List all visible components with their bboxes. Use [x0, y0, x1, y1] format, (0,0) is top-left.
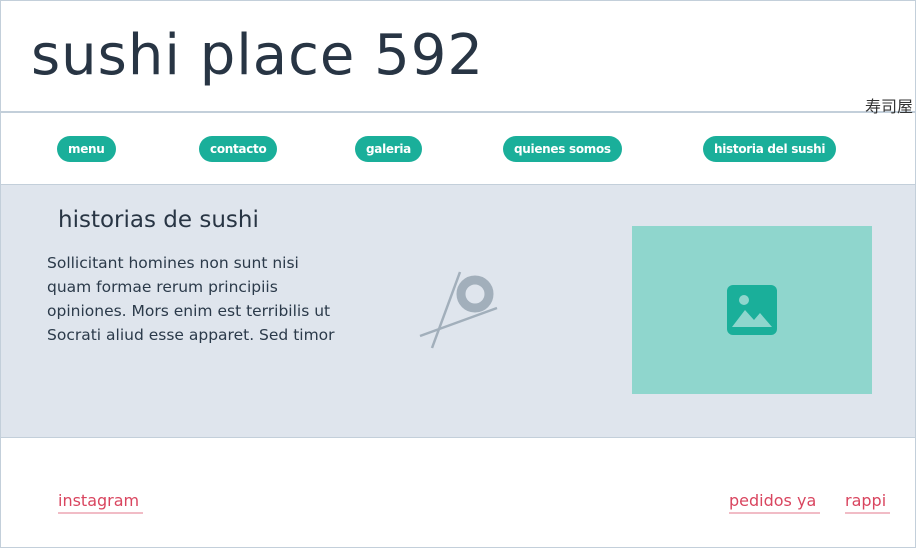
site-title: sushi place 592 [31, 23, 485, 88]
nav-galeria[interactable]: galeria [355, 136, 422, 162]
image-icon [727, 285, 777, 335]
story-section: historias de sushi Sollicitant homines n… [0, 185, 916, 437]
sushi-chopsticks-icon [419, 271, 498, 349]
nav-quienes-somos[interactable]: quienes somos [503, 136, 622, 162]
nav-historia-del-sushi[interactable]: historia del sushi [703, 136, 837, 162]
site-footer: instagram pedidos ya rappi [0, 437, 916, 548]
section-heading: historias de sushi [58, 207, 259, 233]
main-nav: menu contacto galeria quienes somos hist… [0, 113, 916, 185]
rappi-link[interactable]: rappi [845, 491, 891, 514]
nav-contacto[interactable]: contacto [199, 136, 278, 162]
nav-menu[interactable]: menu [57, 136, 116, 162]
instagram-link[interactable]: instagram [58, 491, 144, 514]
image-placeholder [632, 226, 872, 394]
pedidos-ya-link[interactable]: pedidos ya [729, 491, 821, 514]
site-header: sushi place 592 寿司屋 [0, 0, 916, 116]
section-text: Sollicitant homines non sunt nisi quam f… [47, 254, 335, 344]
